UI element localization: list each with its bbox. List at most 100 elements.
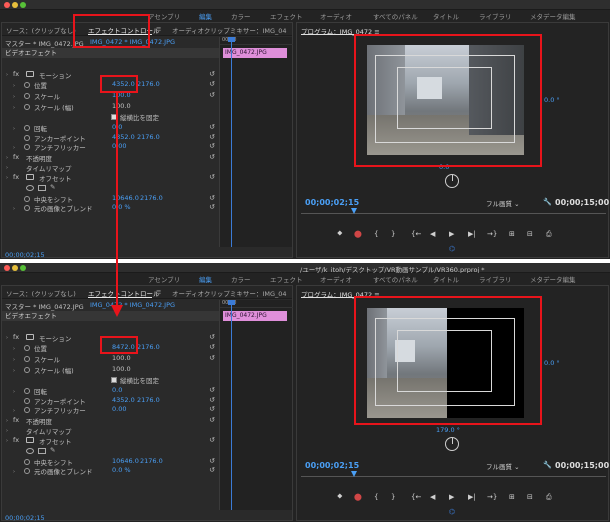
settings-wrench-icon[interactable]: 🔧: [543, 198, 552, 206]
reset-icon[interactable]: ↺: [208, 333, 216, 341]
workspace-tab-all-panels[interactable]: すべてのパネル: [373, 274, 418, 284]
stopwatch-icon[interactable]: [24, 407, 30, 413]
minimize-window-button[interactable]: [12, 265, 18, 271]
current-timecode[interactable]: 00;00;02;15: [5, 514, 45, 522]
workspace-tab-titles[interactable]: タイトル: [433, 274, 459, 284]
workspace-tab-libraries[interactable]: ライブラリ: [479, 274, 512, 284]
anchor-x-value[interactable]: 4352.0: [112, 396, 135, 404]
reset-icon[interactable]: ↺: [208, 466, 216, 474]
workspace-tab-effects[interactable]: エフェクト: [270, 11, 303, 21]
go-to-in-button[interactable]: {←: [411, 493, 421, 501]
program-scrub-bar[interactable]: [301, 476, 606, 481]
vr-horizontal-angle[interactable]: 0.0 °: [544, 359, 560, 367]
effect-timeline[interactable]: 00;00 IMG_0472.JPG: [219, 37, 293, 247]
expand-icon[interactable]: ›: [13, 126, 15, 132]
clip-bar[interactable]: IMG_0472.JPG: [223, 48, 287, 58]
position-y-value[interactable]: 2176.0: [137, 343, 160, 351]
mark-in-button[interactable]: {: [374, 230, 378, 238]
expand-icon[interactable]: ›: [13, 145, 15, 151]
workspace-tab-assembly[interactable]: アセンブリ: [148, 274, 180, 284]
workspace-tab-metadata[interactable]: メタデータ編集: [530, 11, 576, 21]
tab-audio-clip-mixer[interactable]: オーディオクリップミキサー：IMG_04: [172, 25, 287, 35]
stopwatch-icon[interactable]: [24, 125, 30, 131]
expand-motion-icon[interactable]: ›: [6, 72, 8, 78]
reset-icon[interactable]: ↺: [208, 416, 216, 424]
expand-icon[interactable]: ›: [6, 428, 8, 434]
reset-icon[interactable]: ↺: [208, 80, 216, 88]
expand-motion-icon[interactable]: ›: [6, 335, 8, 341]
reset-icon[interactable]: ↺: [208, 436, 216, 444]
expand-icon[interactable]: ›: [13, 94, 15, 100]
vr-video-toggle-icon[interactable]: ⌬: [449, 508, 455, 516]
panel-menu-icon[interactable]: ≡: [156, 288, 161, 296]
vr-vertical-angle[interactable]: 179.0 °: [436, 426, 460, 434]
go-to-in-button[interactable]: {←: [411, 230, 421, 238]
anchor-y-value[interactable]: 2176.0: [137, 396, 160, 404]
stopwatch-icon[interactable]: [24, 135, 30, 141]
stopwatch-icon[interactable]: [24, 144, 30, 150]
workspace-tab-color[interactable]: カラー: [231, 274, 251, 284]
reset-icon[interactable]: ↺: [208, 153, 216, 161]
anti-flicker-value[interactable]: 0.00: [112, 405, 126, 413]
vr-rotation-dial[interactable]: [445, 174, 459, 188]
marker-record-button[interactable]: ⬤: [354, 230, 362, 238]
shift-center-x-value[interactable]: 10646.0: [112, 457, 139, 465]
expand-icon[interactable]: ›: [13, 469, 15, 475]
expand-icon[interactable]: ›: [13, 105, 15, 111]
close-window-button[interactable]: [4, 2, 10, 8]
reset-icon[interactable]: ↺: [208, 354, 216, 362]
zoom-window-button[interactable]: [20, 265, 26, 271]
step-back-button[interactable]: ◀: [430, 493, 435, 501]
step-forward-button[interactable]: ▶|: [468, 493, 476, 501]
expand-icon[interactable]: ›: [13, 346, 15, 352]
mark-in-button[interactable]: {: [374, 493, 378, 501]
reset-icon[interactable]: ↺: [208, 123, 216, 131]
effect-timeline[interactable]: 00;00 IMG_0472.JPG: [219, 300, 293, 510]
tab-source[interactable]: ソース：(クリップなし): [6, 288, 76, 298]
tab-source[interactable]: ソース：(クリップなし): [6, 25, 76, 35]
offset-transform-icon[interactable]: [26, 437, 34, 443]
workspace-tab-metadata[interactable]: メタデータ編集: [530, 274, 576, 284]
mark-out-button[interactable]: }: [391, 493, 395, 501]
stopwatch-icon[interactable]: [24, 196, 30, 202]
motion-transform-icon[interactable]: [26, 334, 34, 340]
settings-wrench-icon[interactable]: 🔧: [543, 461, 552, 469]
stopwatch-icon[interactable]: [24, 205, 30, 211]
reset-icon[interactable]: ↺: [208, 203, 216, 211]
offset-transform-icon[interactable]: [26, 174, 34, 180]
go-to-out-button[interactable]: →}: [487, 493, 497, 501]
reset-icon[interactable]: ↺: [208, 133, 216, 141]
add-marker-button[interactable]: ⯁: [337, 493, 343, 502]
marker-record-button[interactable]: ⬤: [354, 493, 362, 501]
reset-icon[interactable]: ↺: [208, 343, 216, 351]
reset-icon[interactable]: ↺: [208, 142, 216, 150]
stopwatch-icon[interactable]: [24, 459, 30, 465]
uniform-scale-checkbox[interactable]: [111, 377, 117, 383]
export-frame-button[interactable]: ⎙: [546, 230, 552, 239]
minimize-window-button[interactable]: [12, 2, 18, 8]
zoom-window-button[interactable]: [20, 2, 26, 8]
vr-horizontal-angle[interactable]: 0.0 °: [544, 96, 560, 104]
close-window-button[interactable]: [4, 265, 10, 271]
reset-icon[interactable]: ↺: [208, 457, 216, 465]
mark-out-button[interactable]: }: [391, 230, 395, 238]
expand-icon[interactable]: ›: [13, 357, 15, 363]
stopwatch-icon[interactable]: [24, 388, 30, 394]
shift-center-y-value[interactable]: 2176.0: [140, 194, 163, 202]
shift-center-y-value[interactable]: 2176.0: [140, 457, 163, 465]
playhead[interactable]: [228, 300, 235, 510]
pen-mask-icon[interactable]: ✎: [50, 446, 55, 454]
workspace-tab-audio[interactable]: オーディオ: [320, 274, 352, 284]
expand-icon[interactable]: ›: [13, 389, 15, 395]
anti-flicker-value[interactable]: 0.00: [112, 142, 126, 150]
vr-video-toggle-icon[interactable]: ⌬: [449, 245, 455, 253]
stopwatch-icon[interactable]: [24, 468, 30, 474]
reset-icon[interactable]: ↺: [208, 405, 216, 413]
program-scrub-bar[interactable]: [301, 213, 606, 218]
rectangle-mask-icon[interactable]: [38, 448, 46, 454]
anchor-y-value[interactable]: 2176.0: [137, 133, 160, 141]
rotation-value[interactable]: 0.0: [112, 386, 122, 394]
workspace-tab-titles[interactable]: タイトル: [433, 11, 459, 21]
expand-icon[interactable]: ›: [13, 206, 15, 212]
reset-icon[interactable]: ↺: [208, 70, 216, 78]
